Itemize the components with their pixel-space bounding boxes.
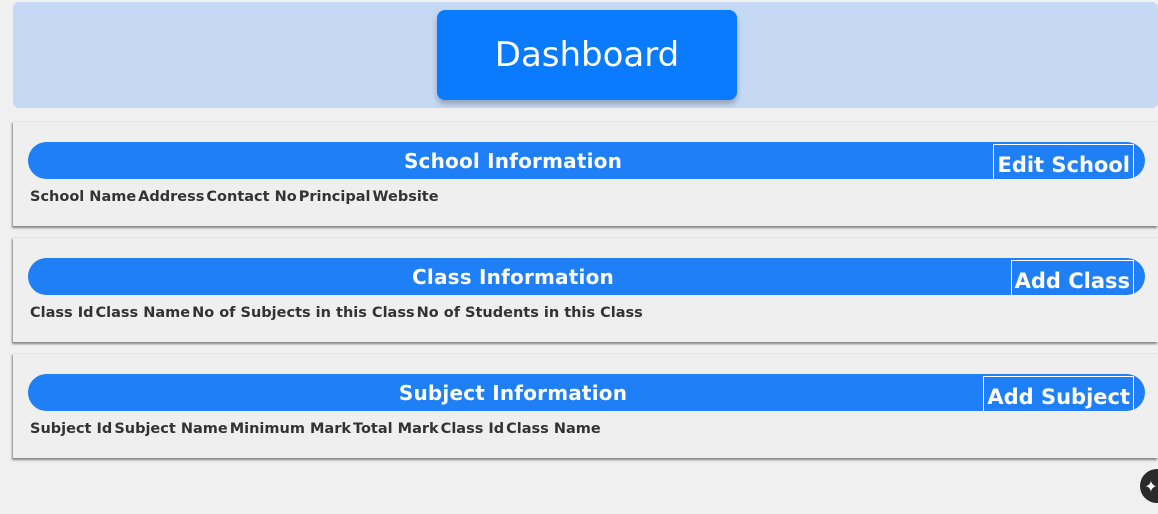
column-header: Class Name	[95, 305, 191, 321]
column-header: Address	[138, 189, 205, 205]
column-header: Subject Name	[114, 421, 228, 437]
column-header: Contact No	[206, 189, 297, 205]
class-information-title: Class Information	[412, 264, 614, 289]
floating-action-button[interactable]: ✦	[1140, 469, 1158, 503]
column-header: Principal	[298, 189, 371, 205]
subject-information-title: Subject Information	[398, 380, 628, 405]
class-table-header: Class Id Class Name No of Subjects in th…	[30, 305, 645, 321]
column-header: Total Mark	[353, 421, 439, 437]
subject-information-panel: Subject Information Add Subject Subject …	[13, 353, 1158, 458]
column-header: Website	[372, 189, 439, 205]
column-header: School Name	[30, 189, 137, 205]
dashboard-button[interactable]: Dashboard	[437, 10, 737, 100]
column-header: No of Subjects in this Class	[192, 305, 415, 321]
sparkle-icon: ✦	[1144, 476, 1158, 496]
class-information-panel: Class Information Add Class Class Id Cla…	[13, 237, 1158, 342]
subject-table-header: Subject Id Subject Name Minimum Mark Tot…	[30, 421, 603, 437]
edit-school-button[interactable]: Edit School	[993, 144, 1134, 180]
school-information-title: School Information	[403, 148, 623, 173]
school-information-panel: School Information Edit School School Na…	[13, 121, 1158, 226]
column-header: Class Name	[506, 421, 601, 437]
column-header: Class Id	[30, 305, 94, 321]
add-class-button[interactable]: Add Class	[1010, 260, 1134, 296]
column-header: No of Students in this Class	[416, 305, 643, 321]
column-header: Minimum Mark	[229, 421, 351, 437]
column-header: Subject Id	[30, 421, 113, 437]
subject-information-bar: Subject Information Add Subject	[28, 374, 1145, 412]
add-subject-button[interactable]: Add Subject	[983, 376, 1134, 412]
school-table-header: School Name Address Contact No Principal…	[30, 189, 441, 205]
column-header: Class Id	[440, 421, 505, 437]
class-information-bar: Class Information Add Class	[28, 258, 1145, 296]
school-information-bar: School Information Edit School	[28, 142, 1145, 180]
